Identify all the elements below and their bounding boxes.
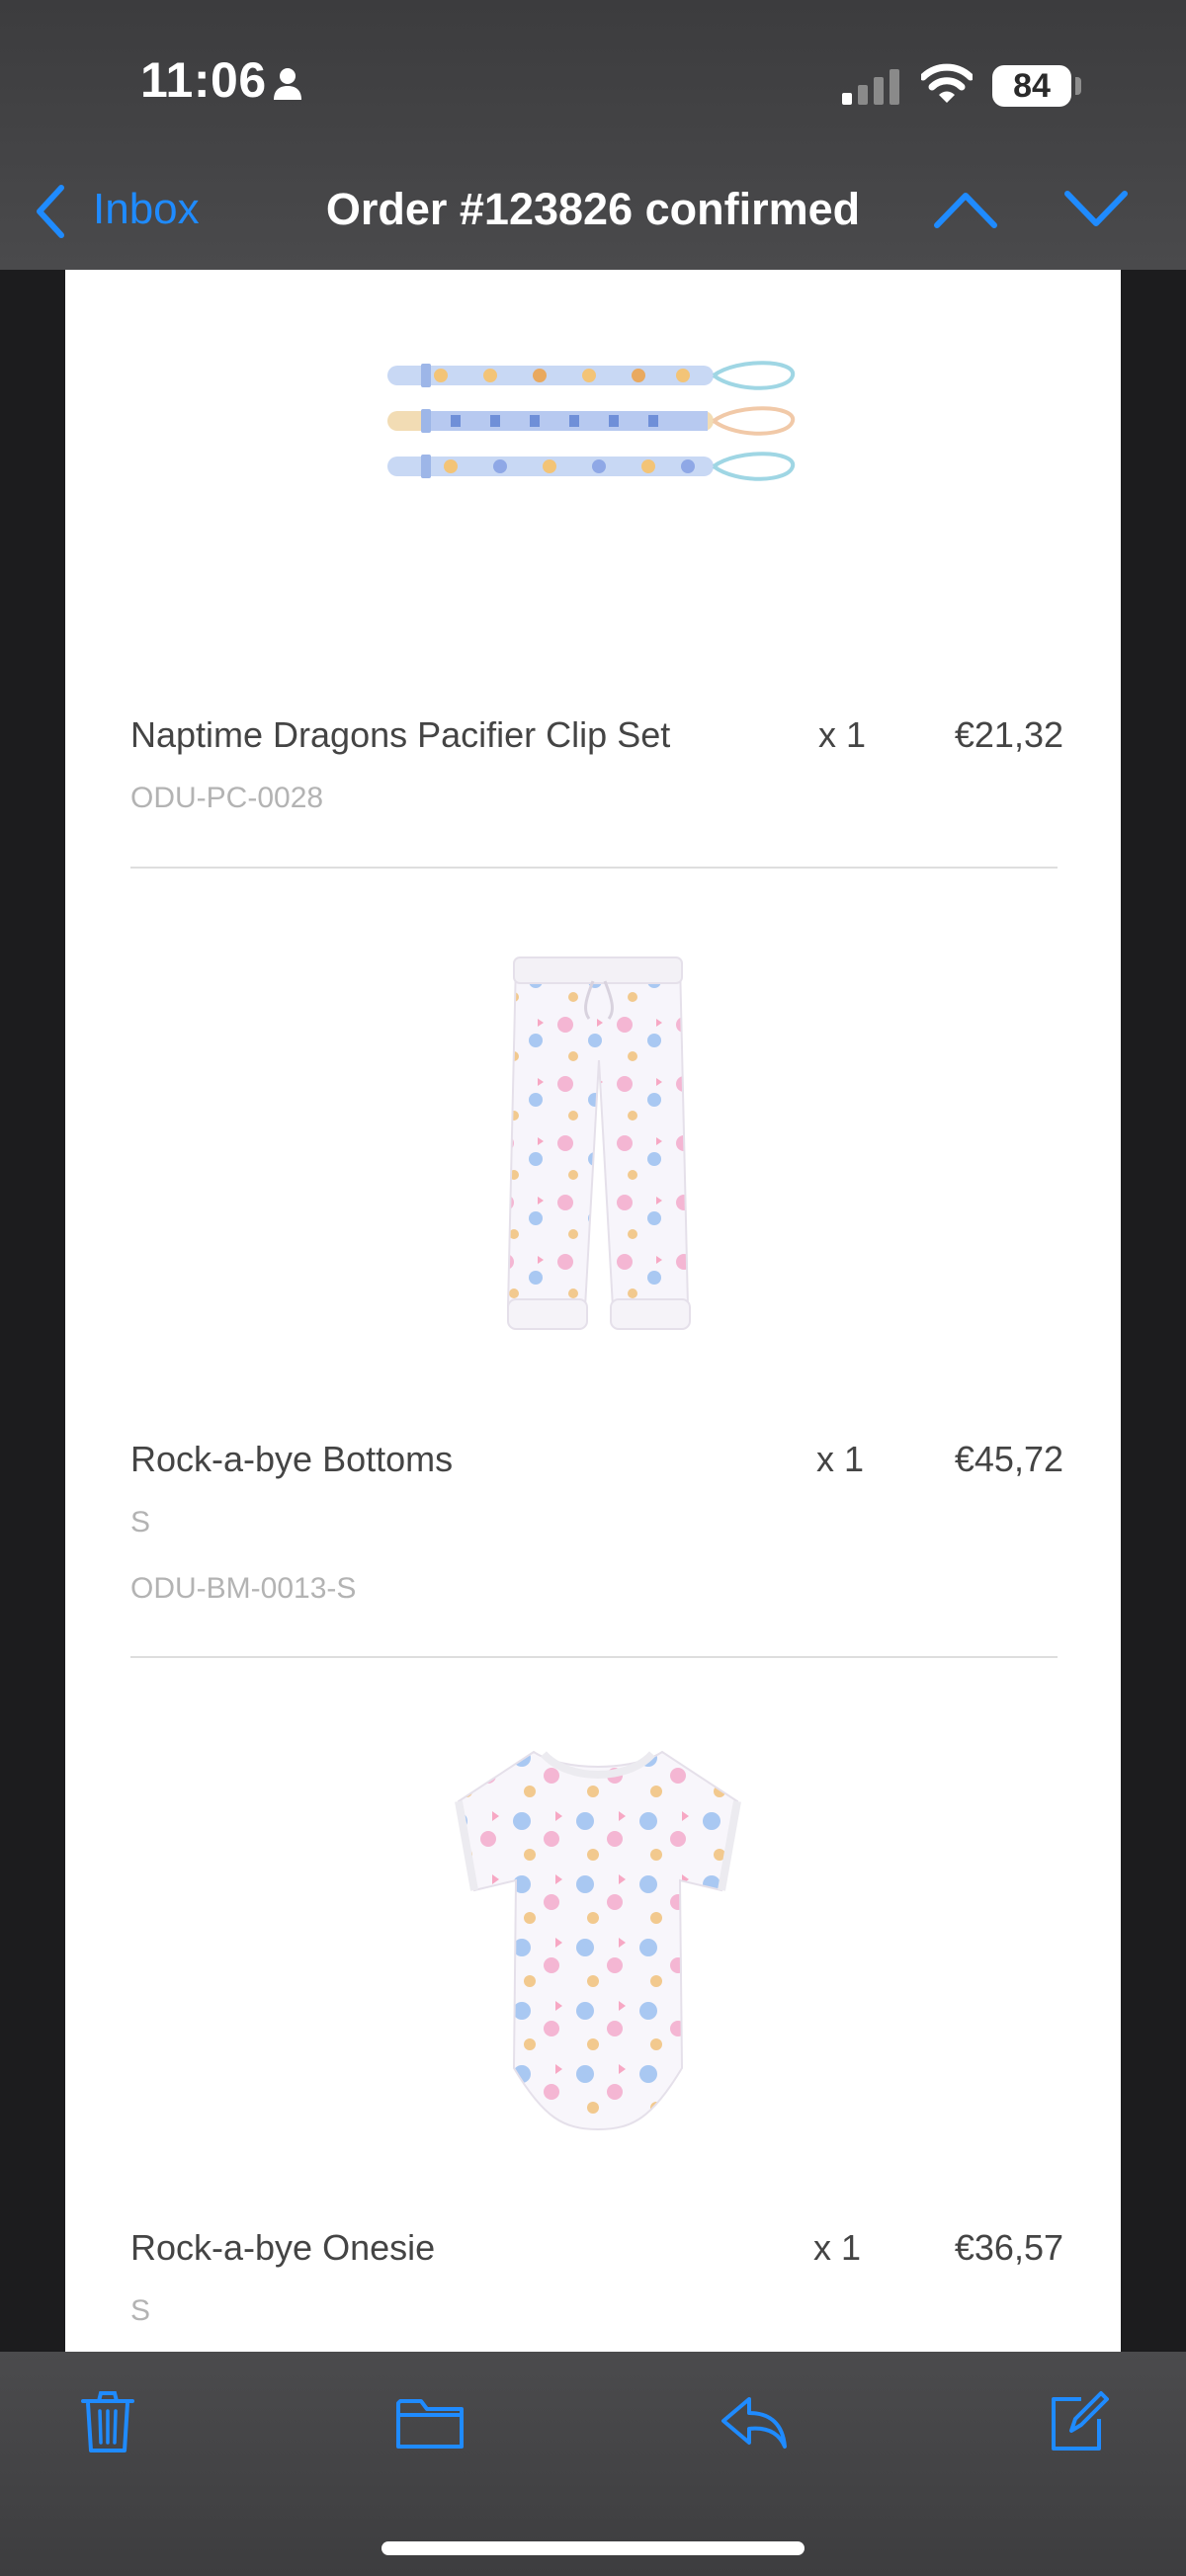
back-to-inbox-button[interactable]: Inbox	[93, 185, 200, 234]
item-sku: ODU-BM-0013-S	[130, 1572, 357, 1605]
home-indicator[interactable]	[381, 2541, 805, 2555]
item-sku: ODU-PC-0028	[130, 782, 324, 814]
item-quantity: x 1	[818, 714, 867, 755]
wifi-icon	[921, 63, 973, 103]
item-divider	[130, 1656, 1058, 1658]
pacifier-clip-set-image	[387, 361, 796, 481]
status-time: 11:06	[140, 52, 267, 108]
reply-icon[interactable]	[720, 2393, 789, 2452]
next-message-icon[interactable]	[1063, 190, 1129, 229]
trash-icon[interactable]	[79, 2389, 136, 2454]
cellular-signal-icon	[842, 69, 899, 105]
compose-icon[interactable]	[1048, 2389, 1109, 2454]
top-bar: 11:06 84 Inbox Order #123826 confirmed	[0, 0, 1186, 270]
item-name: Rock-a-bye Bottoms	[130, 1439, 454, 1479]
mail-screen: 11:06 84 Inbox Order #123826 confirmed N…	[0, 0, 1186, 2576]
item-quantity: x 1	[813, 2227, 862, 2268]
message-subject: Order #123826 confirmed	[325, 184, 861, 234]
item-quantity: x 1	[816, 1439, 865, 1479]
item-name: Naptime Dragons Pacifier Clip Set	[130, 714, 671, 755]
bottoms-image	[506, 956, 691, 1330]
onesie-image	[455, 1750, 741, 2131]
back-chevron-icon[interactable]	[34, 184, 67, 239]
item-size: S	[130, 2294, 151, 2327]
item-size: S	[130, 1506, 151, 1538]
item-price: €36,57	[954, 2227, 1063, 2268]
battery-cap	[1075, 77, 1081, 95]
folder-icon[interactable]	[395, 2395, 465, 2451]
item-name: Rock-a-bye Onesie	[130, 2227, 436, 2268]
person-icon	[274, 68, 301, 100]
item-price: €45,72	[954, 1439, 1063, 1479]
previous-message-icon[interactable]	[933, 190, 998, 229]
battery-icon: 84	[992, 65, 1071, 107]
email-body: Naptime Dragons Pacifier Clip Set x 1 €2…	[65, 270, 1121, 2352]
item-price: €21,32	[954, 714, 1063, 755]
item-divider	[130, 867, 1058, 869]
